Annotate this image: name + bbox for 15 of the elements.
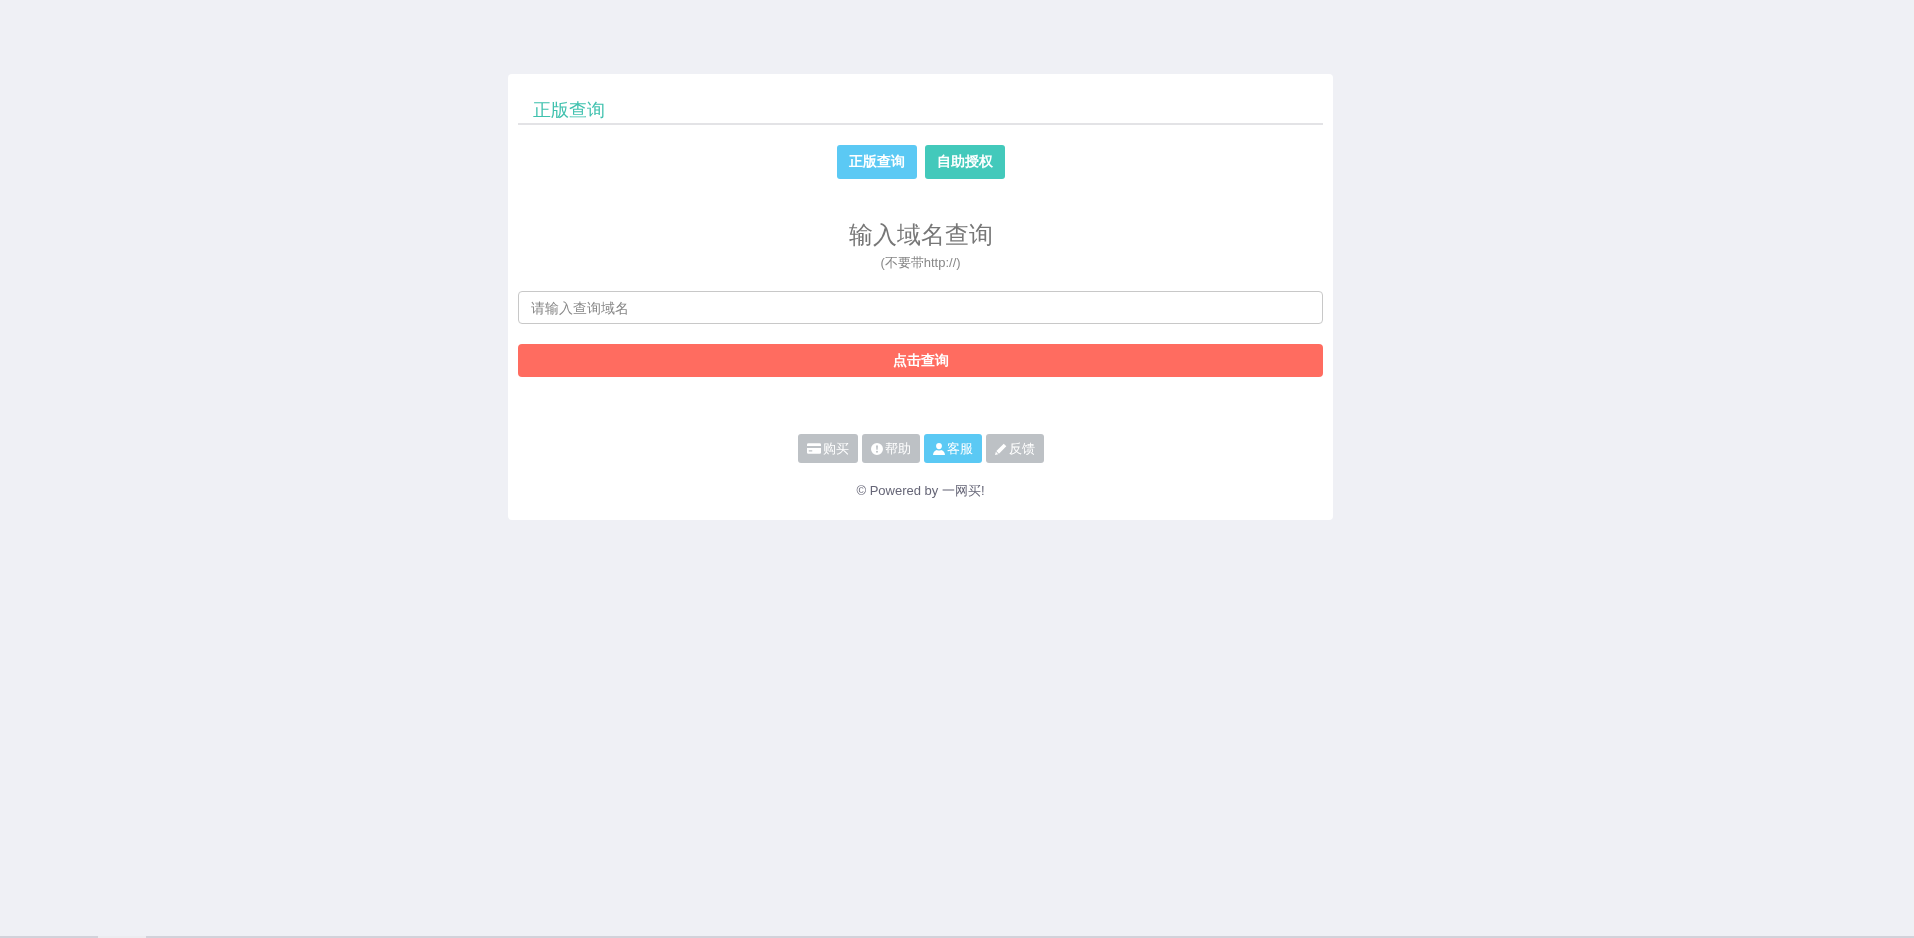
copyright-text: © Powered by 一网买! bbox=[855, 482, 986, 500]
footer-button[interactable]: 购买 bbox=[797, 434, 858, 463]
user-icon bbox=[932, 442, 945, 455]
card-icon bbox=[806, 443, 821, 454]
footer-button[interactable]: 帮助 bbox=[861, 434, 920, 463]
query-button[interactable]: 点击查询 bbox=[518, 344, 1323, 377]
footer-button[interactable]: 反馈 bbox=[985, 434, 1044, 463]
nav-button[interactable]: 正版查询 bbox=[836, 145, 917, 179]
footer-button[interactable]: 客服 bbox=[923, 434, 982, 463]
query-heading: 输入域名查询 bbox=[847, 220, 994, 250]
hint-text: (不要带http://) bbox=[879, 254, 962, 272]
nav-button[interactable]: 自助授权 bbox=[924, 145, 1005, 179]
panel-title: 正版查询 bbox=[518, 84, 1323, 125]
domain-input-field[interactable]: 请输入查询域名 bbox=[518, 291, 1323, 324]
pencil-icon bbox=[994, 442, 1007, 455]
